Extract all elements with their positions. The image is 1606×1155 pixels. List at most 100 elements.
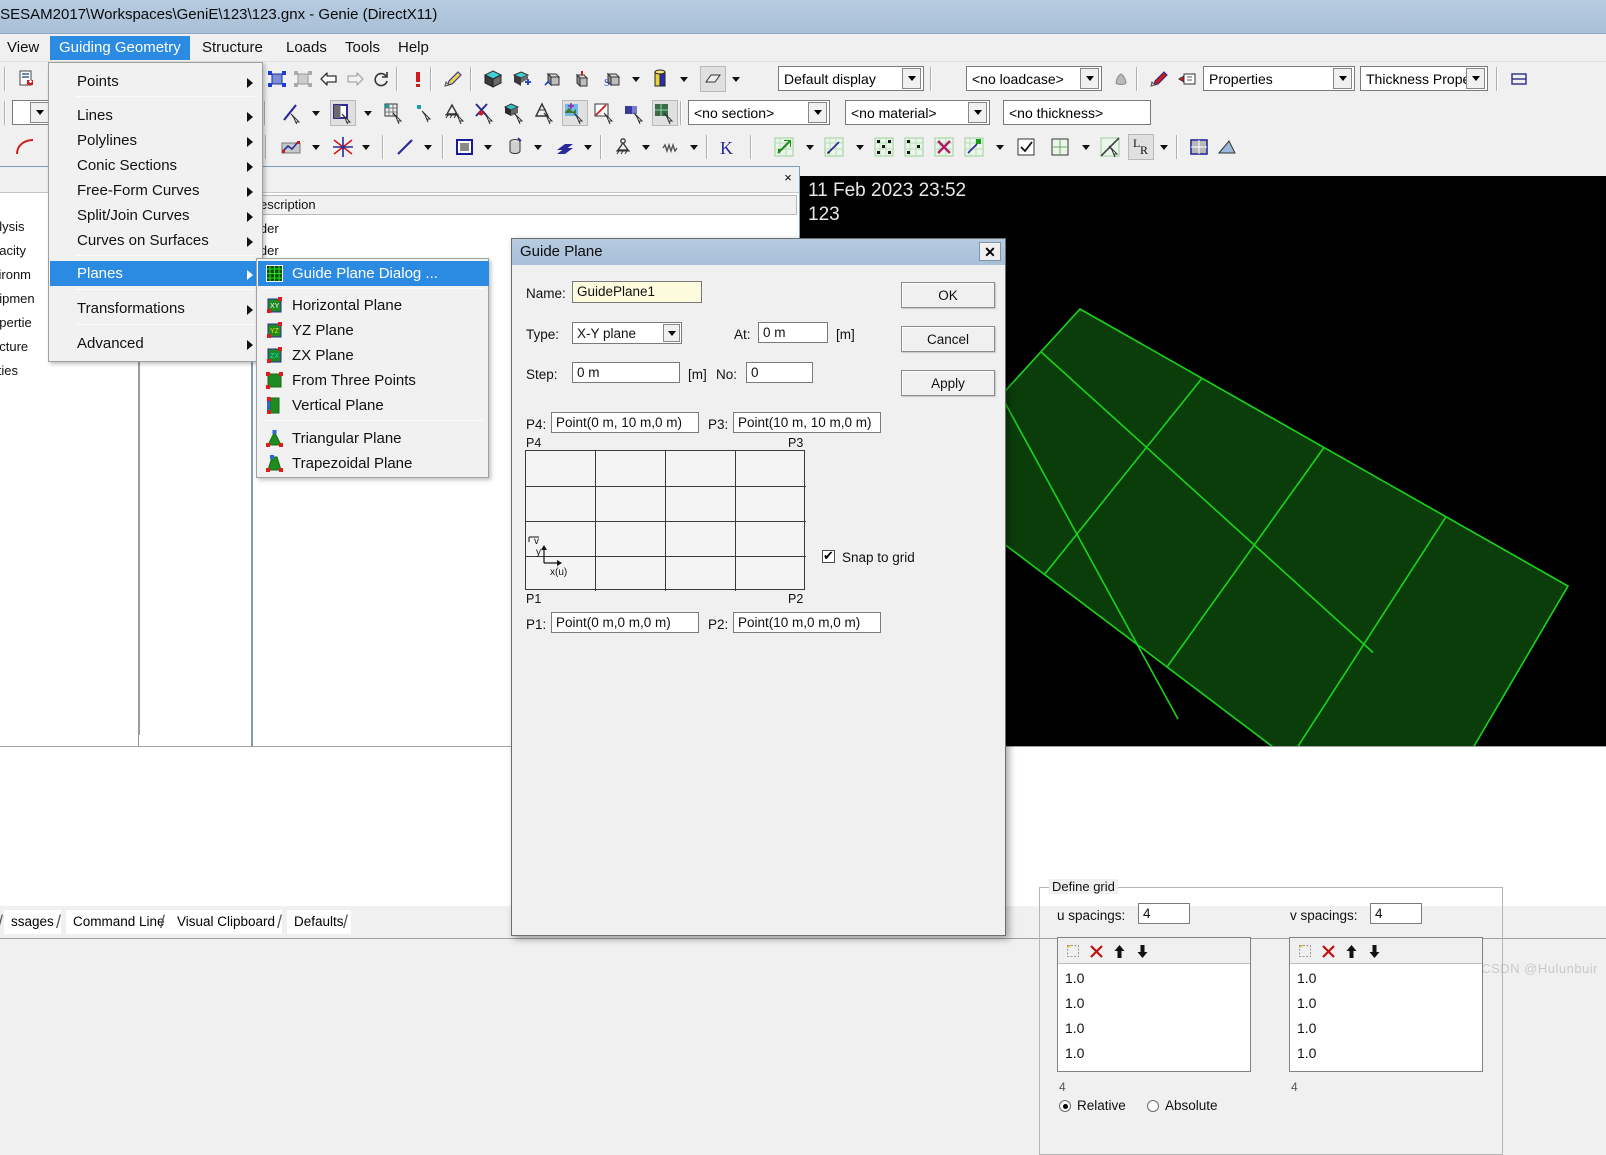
- property-brush-icon[interactable]: [1146, 66, 1172, 92]
- menu-item-polylines[interactable]: Polylines: [50, 128, 263, 153]
- planes-submenu[interactable]: Guide Plane Dialog ... XY Horizontal Pla…: [256, 258, 489, 478]
- polyline-dropdown-arrow[interactable]: [308, 134, 323, 160]
- mesh-move-icon[interactable]: [772, 134, 798, 160]
- delete-item-icon[interactable]: [1086, 941, 1106, 961]
- apply-button[interactable]: Apply: [901, 370, 995, 396]
- cancel-button[interactable]: Cancel: [901, 326, 995, 352]
- v-list-item[interactable]: 1.0: [1297, 1020, 1316, 1036]
- ok-button[interactable]: OK: [901, 282, 995, 308]
- create-support-dropdown-arrow[interactable]: [638, 134, 653, 160]
- beam-profile-dropdown-arrow[interactable]: [676, 66, 691, 92]
- u-list-item[interactable]: 1.0: [1065, 1020, 1084, 1036]
- move-down-icon[interactable]: [1132, 941, 1152, 961]
- at-input[interactable]: 0 m: [758, 322, 828, 343]
- create-stiffener-icon[interactable]: [552, 134, 578, 160]
- menu-item-free-form-curves[interactable]: Free-Form Curves: [50, 178, 263, 203]
- create-support-icon[interactable]: [610, 134, 636, 160]
- u-list-item[interactable]: 1.0: [1065, 970, 1084, 986]
- cube-rotate-icon[interactable]: [540, 66, 566, 92]
- measure-icon[interactable]: [1506, 66, 1532, 92]
- create-plate-dropdown-arrow[interactable]: [480, 134, 495, 160]
- v-spacings-listbox[interactable]: 1.0 1.0 1.0 1.0: [1289, 937, 1483, 1072]
- paint-brush-icon[interactable]: [440, 66, 466, 92]
- warning-icon[interactable]: [405, 66, 431, 92]
- p3-input[interactable]: Point(10 m, 10 m,0 m): [733, 412, 881, 433]
- menu-item-conic-sections[interactable]: Conic Sections: [50, 153, 263, 178]
- plate-display-icon[interactable]: [700, 66, 726, 92]
- submenu-item-triangular-plane[interactable]: Triangular Plane: [258, 426, 489, 451]
- display-mode-combo[interactable]: Default display: [778, 66, 924, 91]
- relative-radio[interactable]: [1059, 1100, 1071, 1112]
- create-plate-icon[interactable]: [452, 134, 478, 160]
- k-constraint-icon[interactable]: K: [714, 134, 740, 160]
- spring-icon[interactable]: [658, 134, 684, 160]
- menu-loads[interactable]: Loads: [277, 36, 336, 60]
- submenu-item-horizontal-plane[interactable]: XY Horizontal Plane: [258, 293, 489, 318]
- u-spacings-listbox[interactable]: 1.0 1.0 1.0 1.0: [1057, 937, 1251, 1072]
- select-grid-icon[interactable]: [382, 100, 408, 126]
- select-region-icon[interactable]: [592, 100, 618, 126]
- thickness-property-dropdown-arrow[interactable]: [1466, 68, 1485, 89]
- select-model-icon[interactable]: [652, 100, 678, 126]
- thickness-property-combo[interactable]: Thickness Property: [1360, 66, 1488, 91]
- mesh-add-icon[interactable]: [962, 134, 988, 160]
- mesh-move-dropdown-arrow[interactable]: [802, 134, 817, 160]
- undo-icon[interactable]: [316, 66, 342, 92]
- thickness-select-combo[interactable]: <no thickness>: [1003, 100, 1151, 125]
- mesh-check-icon[interactable]: [1014, 134, 1040, 160]
- submenu-item-trapezoidal-plane[interactable]: Trapezoidal Plane: [258, 451, 489, 476]
- mesh-copy-icon[interactable]: [822, 134, 848, 160]
- spring-dropdown-arrow[interactable]: [686, 134, 701, 160]
- new-item-icon[interactable]: [1063, 941, 1083, 961]
- v-list-item[interactable]: 1.0: [1297, 970, 1316, 986]
- cube-section-icon[interactable]: S: [600, 66, 626, 92]
- submenu-item-vertical-plane[interactable]: Vertical Plane: [258, 393, 489, 418]
- create-beam-dropdown-arrow[interactable]: [420, 134, 435, 160]
- polyline-chart-icon[interactable]: [278, 134, 304, 160]
- menu-guiding-geometry[interactable]: Guiding Geometry: [50, 36, 190, 60]
- mesh-copy-dropdown-arrow[interactable]: [852, 134, 867, 160]
- select-plate-icon[interactable]: [532, 100, 558, 126]
- zoom-extents-icon[interactable]: [290, 66, 316, 92]
- tree-item-environment[interactable]: vironm: [0, 267, 31, 282]
- mesh-delete-icon[interactable]: [932, 134, 958, 160]
- snap-to-grid-checkbox[interactable]: [822, 548, 835, 563]
- select-scene-icon[interactable]: [562, 100, 588, 126]
- type-dropdown-arrow[interactable]: [663, 324, 680, 342]
- p4-input[interactable]: Point(0 m, 10 m,0 m): [551, 412, 699, 433]
- axis-cross-icon[interactable]: [330, 134, 356, 160]
- tree-item-analysis[interactable]: alysis: [0, 219, 25, 234]
- select-support-icon[interactable]: [442, 100, 468, 126]
- tab-messages[interactable]: ssages: [4, 910, 61, 934]
- guiding-geometry-menu[interactable]: Points Lines Polylines Conic Sections Fr…: [48, 62, 263, 362]
- guide-plane-toolbar-icon[interactable]: [1186, 134, 1212, 160]
- cube-add-icon[interactable]: [510, 66, 536, 92]
- tab-defaults[interactable]: Defaults: [287, 910, 351, 934]
- submenu-item-zx-plane[interactable]: ZX ZX Plane: [258, 343, 489, 368]
- tree-item-equipment[interactable]: uipmen: [0, 291, 35, 306]
- local-coord-icon[interactable]: LR: [1128, 134, 1154, 160]
- material-dropdown-arrow[interactable]: [968, 102, 987, 123]
- create-cylinder-dropdown-arrow[interactable]: [530, 134, 545, 160]
- create-stiffener-dropdown-arrow[interactable]: [580, 134, 595, 160]
- v-list-item[interactable]: 1.0: [1297, 1045, 1316, 1061]
- solid-cube-icon[interactable]: [480, 66, 506, 92]
- select-group-icon[interactable]: [622, 100, 648, 126]
- load-display-icon[interactable]: [1108, 66, 1134, 92]
- menu-tools[interactable]: Tools: [336, 36, 389, 60]
- menu-item-planes[interactable]: Planes: [50, 261, 263, 286]
- beam-profile-icon[interactable]: [648, 66, 674, 92]
- display-mode-dropdown-arrow[interactable]: [902, 68, 921, 89]
- step-input[interactable]: 0 m: [572, 362, 680, 383]
- u-list-item[interactable]: 1.0: [1065, 1045, 1084, 1061]
- v-list-item[interactable]: 1.0: [1297, 995, 1316, 1011]
- submenu-item-yz-plane[interactable]: YZ YZ Plane: [258, 318, 489, 343]
- mesh-add-dropdown-arrow[interactable]: [992, 134, 1007, 160]
- menu-item-split-join-curves[interactable]: Split/Join Curves: [50, 203, 263, 228]
- select-node-icon[interactable]: [472, 100, 498, 126]
- menu-help[interactable]: Help: [389, 36, 438, 60]
- menu-item-advanced[interactable]: Advanced: [50, 331, 263, 356]
- select-box-icon[interactable]: [330, 100, 356, 126]
- new-item-icon[interactable]: [1295, 941, 1315, 961]
- view-preset-dropdown-arrow[interactable]: [30, 102, 49, 123]
